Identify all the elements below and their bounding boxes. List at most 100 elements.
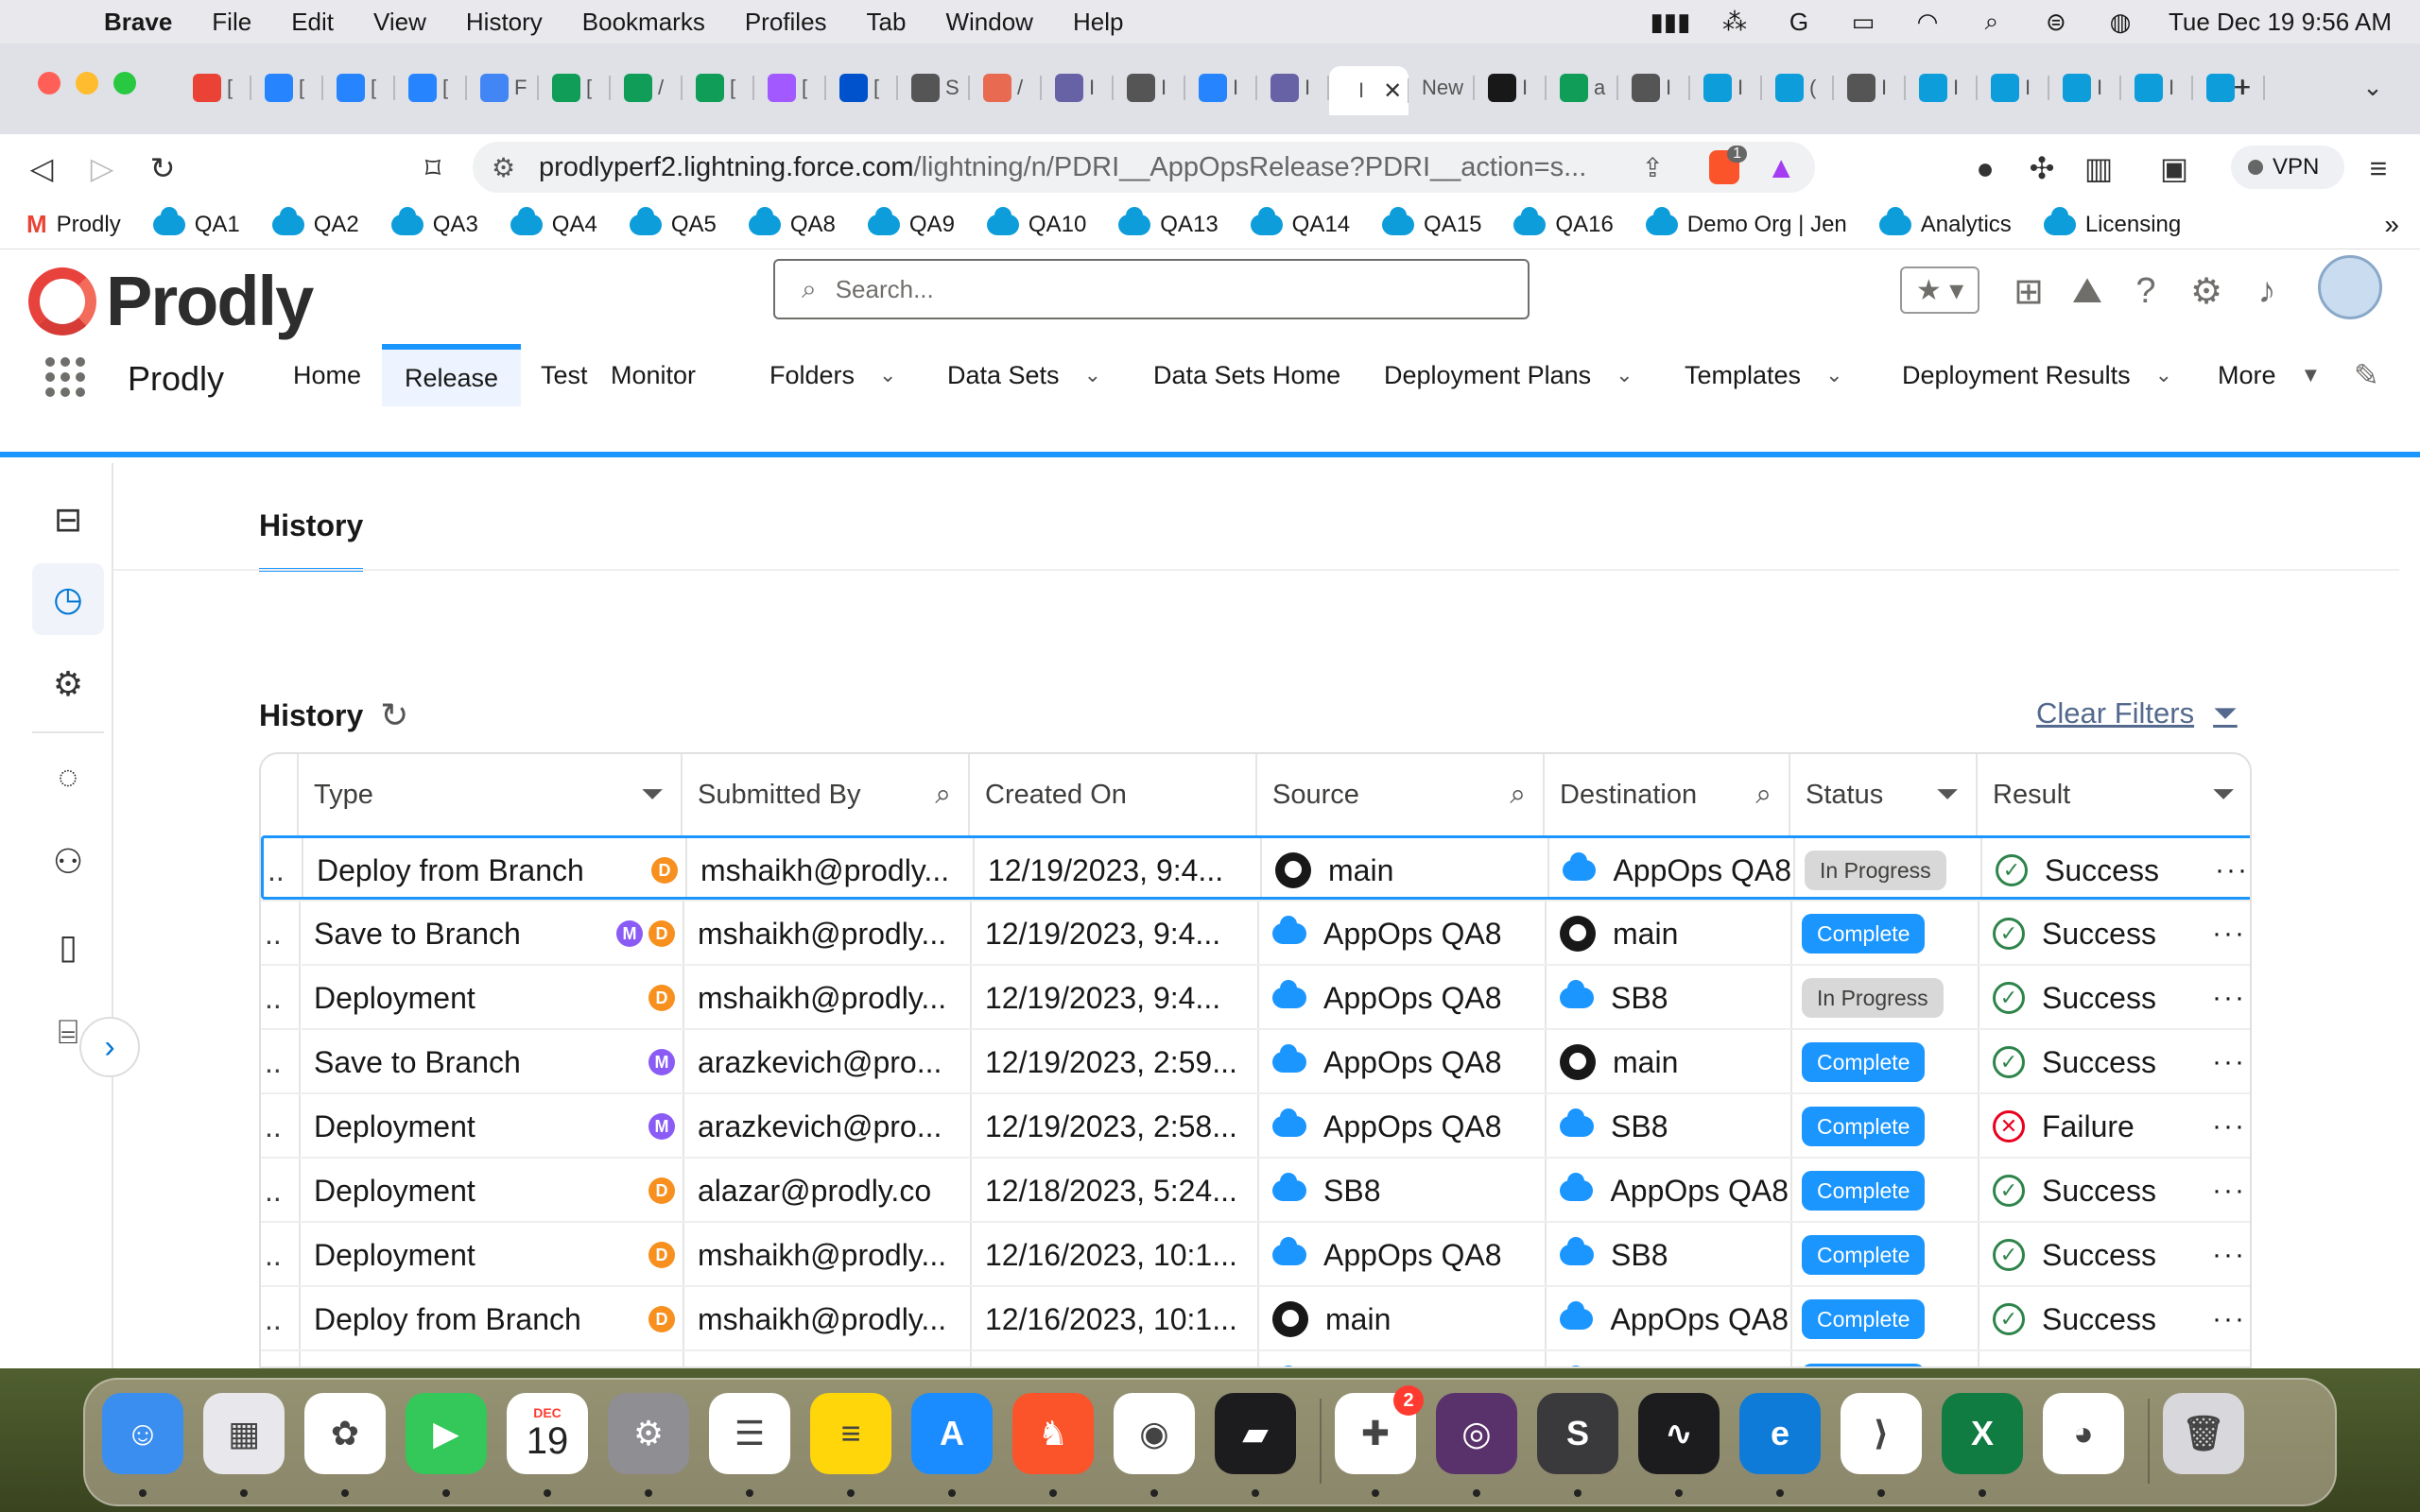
chevron-down-icon[interactable]: ⌄ <box>1084 363 1101 387</box>
chrome-icon[interactable]: ◉ <box>1114 1393 1195 1474</box>
browser-tab[interactable]: [ <box>180 68 251 108</box>
row-actions-menu-icon[interactable]: ··· <box>2212 1110 2246 1143</box>
chatgpt-ce-icon[interactable]: ◕ <box>2043 1393 2124 1474</box>
bookmark-prodly[interactable]: M Prodly <box>26 210 121 239</box>
column-header-type[interactable]: Type ⏷ <box>299 754 683 835</box>
column-header-source[interactable]: Source ⌕ <box>1257 754 1545 835</box>
history-clock-icon[interactable]: ◷ <box>32 563 104 635</box>
menubar-clock[interactable]: Tue Dec 19 9:56 AM <box>2169 8 2392 37</box>
nav-data-sets-home[interactable]: Data Sets Home <box>1131 344 1363 406</box>
row-actions-menu-icon[interactable]: ··· <box>2212 1175 2246 1207</box>
menu-file[interactable]: File <box>212 8 251 37</box>
bookmark-qa13[interactable]: QA13 <box>1118 206 1219 238</box>
nav-data-sets[interactable]: Data Sets ⌄ <box>925 344 1124 406</box>
brave-rewards-icon[interactable]: ▲ <box>1766 150 1796 185</box>
sublime-text-icon[interactable]: S <box>1537 1393 1618 1474</box>
menu-view[interactable]: View <box>373 8 426 37</box>
tab-history[interactable]: History <box>259 508 364 572</box>
bookmark-qa8[interactable]: QA8 <box>748 206 836 238</box>
table-row[interactable]: .. Deploy from Branch Dmshaikh@prodly... 12… <box>261 1285 2250 1349</box>
browser-tab[interactable]: I <box>1257 68 1329 108</box>
browser-tab[interactable]: / <box>611 68 683 108</box>
app-launcher-waffle-icon[interactable] <box>45 357 85 397</box>
browser-tab[interactable]: I <box>1834 68 1906 108</box>
share-icon[interactable]: ⇪ <box>1642 152 1664 183</box>
menu-profiles[interactable]: Profiles <box>745 8 827 37</box>
browser-tab[interactable]: ( <box>1762 68 1834 108</box>
setup-gear-icon[interactable]: ⚙ <box>2184 268 2229 314</box>
bookmark-qa2[interactable]: QA2 <box>271 206 359 238</box>
nav-templates[interactable]: Templates ⌄ <box>1662 344 1866 406</box>
row-actions-menu-icon[interactable]: ··· <box>2212 1367 2246 1368</box>
browser-tab[interactable]: [ <box>683 68 754 108</box>
tab-list-chevron-icon[interactable]: ⌄ <box>2354 68 2392 106</box>
bookmark-qa14[interactable]: QA14 <box>1250 206 1350 238</box>
reload-icon[interactable]: ↻ <box>144 149 182 187</box>
refresh-icon[interactable]: ↻ <box>380 696 408 735</box>
tor-browser-icon[interactable]: ◎ <box>1436 1393 1517 1474</box>
global-actions-plus-icon[interactable]: ⊞ <box>2006 268 2051 314</box>
browser-tab[interactable]: New <box>1409 68 1475 108</box>
extensions-puzzle-icon[interactable]: ✣ <box>2023 149 2061 187</box>
table-row[interactable]: .. Deployment Dalazar@prodly.co 12/18/2023,… <box>261 1157 2250 1221</box>
bookmark-qa9[interactable]: QA9 <box>867 206 955 238</box>
bookmarks-overflow-chevron[interactable]: » <box>2384 210 2399 240</box>
reminders-icon[interactable]: ☰ <box>709 1393 790 1474</box>
app-extension-icon[interactable]: ⁂ <box>1719 8 1751 36</box>
calendar-icon[interactable]: DEC 19 <box>507 1393 588 1474</box>
chevron-down-icon[interactable]: ⌄ <box>1825 363 1842 387</box>
column-search-icon[interactable]: ⌕ <box>935 779 951 811</box>
book-icon[interactable]: ▯ <box>32 911 104 983</box>
inbox-tray-icon[interactable]: ⊟ <box>32 484 104 556</box>
workbench-icon[interactable]: ▰ <box>1215 1393 1296 1474</box>
main-menu-icon[interactable]: ≡ <box>2360 149 2397 187</box>
nav-folders[interactable]: Folders ⌄ <box>747 344 919 406</box>
wallet-icon[interactable]: ▣ <box>2155 149 2193 187</box>
browser-tab[interactable]: I ✕ <box>1329 66 1409 115</box>
chevron-down-icon[interactable]: ⌄ <box>879 363 896 387</box>
browser-tab[interactable]: / <box>970 68 1042 108</box>
browser-tab[interactable]: I <box>1185 68 1257 108</box>
finder-icon[interactable]: ☺ <box>102 1393 183 1474</box>
column-filter-icon[interactable]: ⏷ <box>641 779 664 811</box>
browser-tab[interactable]: [ <box>826 68 898 108</box>
table-row[interactable]: .. Save to Branch M Dmshaikh@prodly... 12/19… <box>261 900 2250 964</box>
edge-icon[interactable]: e <box>1739 1393 1821 1474</box>
browser-tab[interactable]: I <box>1906 68 1978 108</box>
profile-extension-icon[interactable]: ● <box>1966 149 2004 187</box>
nav-monitor[interactable]: Monitor <box>588 344 718 406</box>
clear-filters-link[interactable]: Clear Filters ⏷ <box>2036 696 2238 731</box>
browser-tab[interactable]: [ <box>395 68 467 108</box>
nav-more[interactable]: More ▼ <box>2195 344 2343 406</box>
excel-icon[interactable]: X <box>1942 1393 2023 1474</box>
browser-tab[interactable]: [ <box>539 68 611 108</box>
nav-deployment-results[interactable]: Deployment Results ⌄ <box>1879 344 2195 406</box>
brave-icon[interactable]: ♞ <box>1012 1393 1094 1474</box>
sidebar-toggle-icon[interactable]: ▥ <box>2080 149 2118 187</box>
browser-tab[interactable]: S <box>898 68 970 108</box>
settings-gear-icon[interactable]: ⚙ <box>32 648 104 720</box>
users-icon[interactable]: ⚇ <box>32 826 104 898</box>
close-tab-icon[interactable]: ✕ <box>1383 77 1402 105</box>
browser-tab[interactable]: I <box>1114 68 1185 108</box>
forward-arrow-icon[interactable]: ▷ <box>83 149 121 187</box>
row-actions-menu-icon[interactable]: ··· <box>2212 982 2246 1014</box>
menu-history[interactable]: History <box>466 8 543 37</box>
bookmark-qa4[interactable]: QA4 <box>510 206 597 238</box>
address-bar[interactable]: ⚙ prodlyperf2.lightning.force.com/lightn… <box>473 142 1815 193</box>
bookmark-demo-org-jen[interactable]: Demo Org | Jen <box>1645 206 1847 238</box>
nav-deployment-plans[interactable]: Deployment Plans ⌄ <box>1361 344 1656 406</box>
column-search-icon[interactable]: ⌕ <box>1755 779 1772 811</box>
browser-tab[interactable]: I <box>2121 68 2193 108</box>
table-row[interactable]: .. Deploy from Branch Dmshaikh@prodly... 12… <box>261 835 2250 900</box>
bookmark-qa5[interactable]: QA5 <box>629 206 717 238</box>
global-search-input[interactable]: ⌕ Search... <box>773 259 1530 319</box>
browser-tab[interactable]: F <box>467 68 539 108</box>
url-text[interactable]: prodlyperf2.lightning.force.com/lightnin… <box>539 152 1586 183</box>
nav-release[interactable]: Release <box>382 344 522 406</box>
row-actions-menu-icon[interactable]: ··· <box>2212 1239 2246 1271</box>
siri-icon[interactable]: ◍ <box>2104 8 2136 36</box>
column-search-icon[interactable]: ⌕ <box>1510 779 1526 811</box>
expand-rail-chevron-icon[interactable]: › <box>79 1017 140 1077</box>
system-settings-icon[interactable]: ⚙ <box>608 1393 689 1474</box>
